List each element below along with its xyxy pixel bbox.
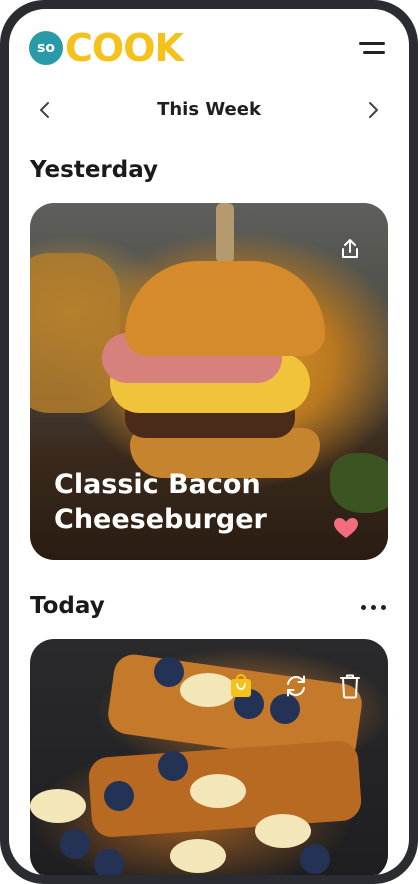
toast-photo-blueberry xyxy=(60,829,90,859)
logo-badge: so xyxy=(29,31,63,65)
toast-photo-blueberry xyxy=(300,844,330,874)
toast-photo-banana xyxy=(255,814,311,848)
section-title-today: Today xyxy=(30,593,105,619)
app-logo[interactable]: so COOK xyxy=(29,26,184,70)
swap-icon[interactable] xyxy=(283,673,309,699)
more-horizontal-icon[interactable] xyxy=(361,604,387,612)
toast-photo-banana xyxy=(30,789,86,823)
phone-frame: so COOK This Week Yesterday Classic Baco… xyxy=(0,0,418,884)
shopping-bag-icon[interactable] xyxy=(229,673,253,699)
burger-photo-herb xyxy=(330,453,388,513)
hamburger-menu-icon[interactable] xyxy=(359,42,385,54)
logo-wordmark: COOK xyxy=(65,26,184,70)
burger-photo-background xyxy=(30,253,120,413)
trash-icon[interactable] xyxy=(339,673,361,699)
app-screen: so COOK This Week Yesterday Classic Baco… xyxy=(9,9,409,875)
week-title: This Week xyxy=(157,99,261,120)
toast-photo-banana xyxy=(190,774,246,808)
week-navigator: This Week xyxy=(29,95,389,125)
toast-photo-blueberry xyxy=(158,751,188,781)
section-title-yesterday: Yesterday xyxy=(30,157,159,183)
meal-card-yesterday[interactable]: Classic Bacon Cheeseburger xyxy=(30,203,388,560)
chevron-right-icon[interactable] xyxy=(363,100,383,120)
share-icon[interactable] xyxy=(338,237,362,261)
burger-photo-skewer xyxy=(216,203,234,263)
toast-photo-banana xyxy=(170,839,226,873)
toast-photo-blueberry xyxy=(94,849,124,875)
toast-photo-blueberry xyxy=(154,657,184,687)
burger-photo-bun-top xyxy=(125,261,325,356)
toast-photo-blueberry xyxy=(104,781,134,811)
meal-title-line-2: Cheeseburger xyxy=(54,504,267,535)
toast-photo-banana xyxy=(180,673,236,707)
heart-icon[interactable] xyxy=(333,517,359,539)
meal-title: Classic Bacon Cheeseburger xyxy=(54,467,314,537)
meal-title-line-1: Classic Bacon xyxy=(54,469,261,500)
meal-card-today[interactable] xyxy=(30,639,388,875)
